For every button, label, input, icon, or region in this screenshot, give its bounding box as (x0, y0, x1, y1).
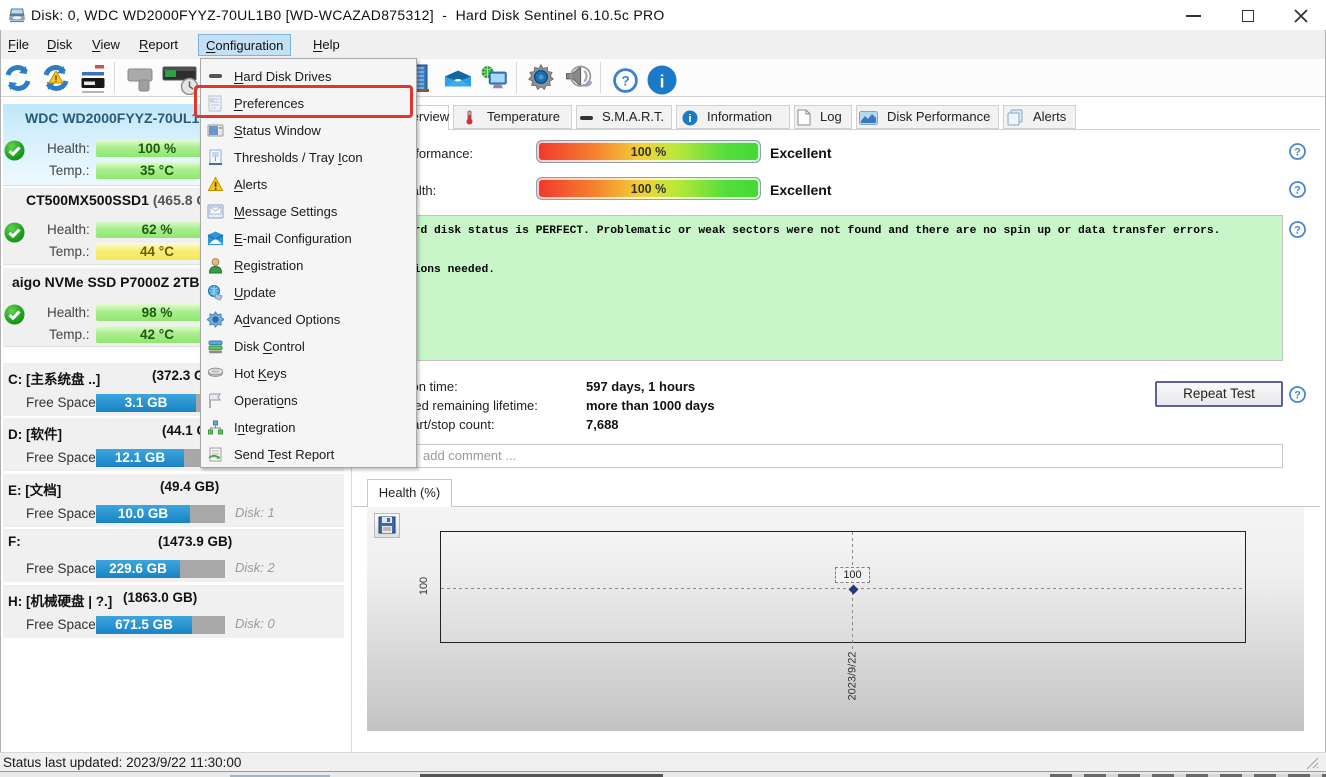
svg-text:?: ? (1294, 225, 1301, 237)
svg-text:?: ? (1294, 185, 1301, 197)
svg-text:?: ? (1294, 147, 1301, 159)
svg-text:?: ? (621, 73, 629, 88)
svg-text:?: ? (1294, 390, 1301, 402)
svg-text:i: i (660, 71, 665, 91)
svg-text:i: i (688, 113, 691, 125)
svg-text:!: ! (55, 74, 58, 84)
